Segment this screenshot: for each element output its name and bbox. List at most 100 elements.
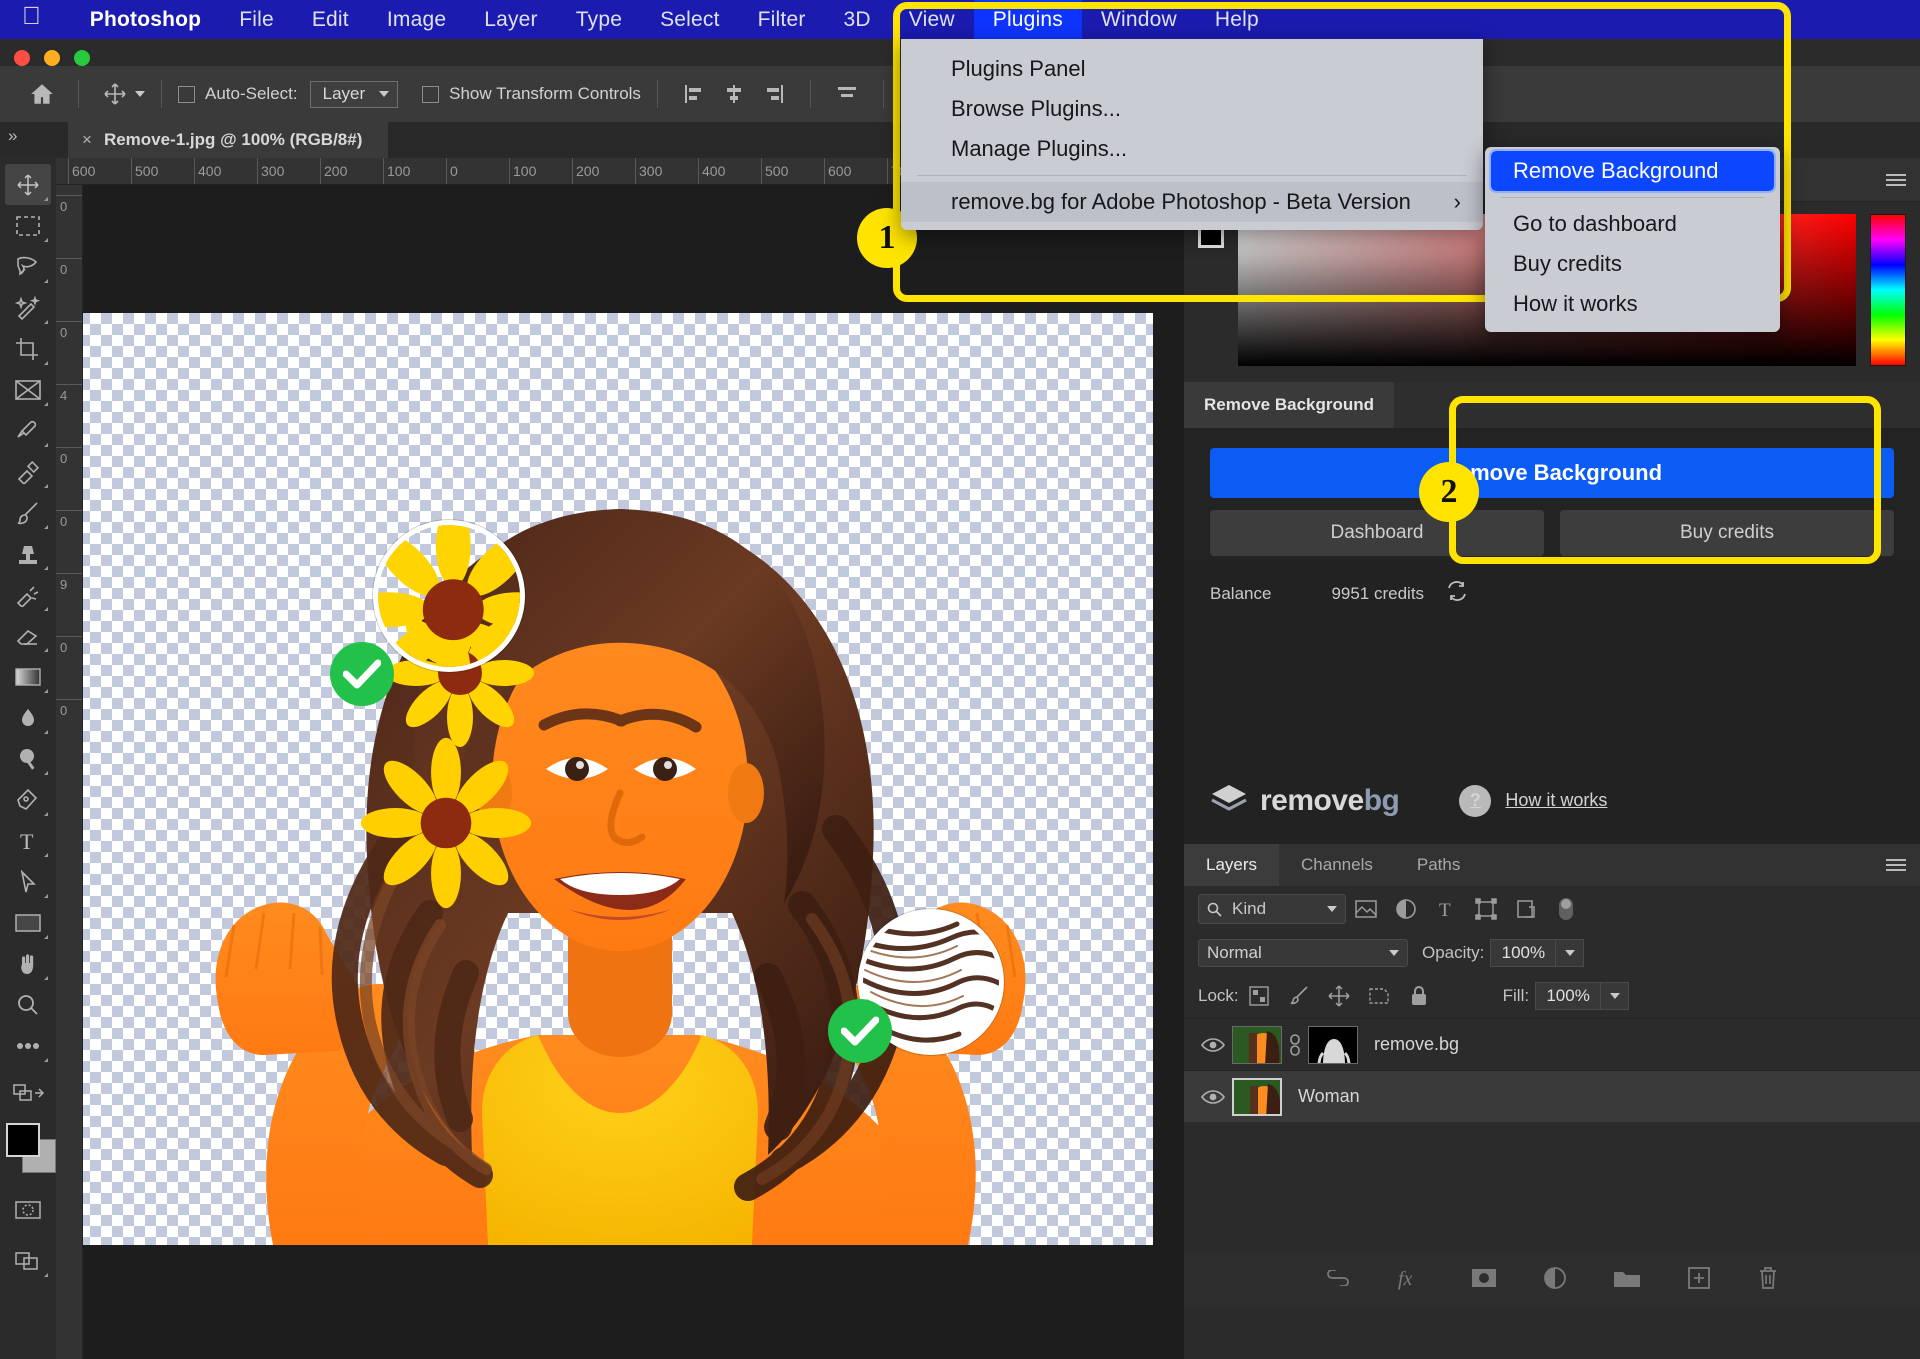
removebg-submenu[interactable]: Remove Background Go to dashboard Buy cr… — [1485, 147, 1780, 332]
apple-icon[interactable]:  — [22, 4, 41, 29]
shape-filter-icon[interactable] — [1466, 894, 1506, 924]
clone-stamp-tool-icon[interactable] — [5, 533, 51, 574]
show-transform-checkbox[interactable] — [422, 85, 440, 103]
foreground-color-swatch[interactable] — [6, 1123, 40, 1157]
auto-select-checkbox[interactable] — [178, 85, 195, 103]
submenu-item-how-it-works[interactable]: How it works — [1485, 284, 1780, 324]
lock-all-icon[interactable] — [1399, 981, 1439, 1011]
menu-item-layer[interactable]: Layer — [465, 8, 557, 32]
tab-channels[interactable]: Channels — [1279, 844, 1395, 886]
hue-slider[interactable] — [1870, 214, 1906, 366]
type-filter-icon[interactable]: T — [1426, 894, 1466, 924]
fx-icon[interactable]: fx — [1397, 1266, 1425, 1295]
menu-item-manage-plugins[interactable]: Manage Plugins... — [901, 129, 1483, 169]
submenu-item-remove-background[interactable]: Remove Background — [1489, 149, 1776, 193]
submenu-item-go-to-dashboard[interactable]: Go to dashboard — [1485, 204, 1780, 244]
layers-panel-menu-icon[interactable] — [1886, 859, 1906, 871]
lock-position-icon[interactable] — [1319, 981, 1359, 1011]
plugins-dropdown-menu[interactable]: Plugins Panel Browse Plugins... Manage P… — [901, 39, 1483, 230]
canvas-area[interactable] — [68, 185, 1184, 1359]
layer-visibility-toggle[interactable] — [1194, 1089, 1232, 1105]
marquee-tool-icon[interactable] — [5, 205, 51, 246]
submenu-item-buy-credits[interactable]: Buy credits — [1485, 244, 1780, 284]
menu-item-type[interactable]: Type — [557, 8, 641, 32]
lock-image-icon[interactable] — [1279, 981, 1319, 1011]
table-row[interactable]: Woman — [1184, 1070, 1920, 1122]
auto-select-scope-dropdown[interactable]: Layer — [309, 80, 399, 108]
path-selection-tool-icon[interactable] — [5, 861, 51, 902]
artboard-transparent-checkerboard[interactable] — [68, 313, 1153, 1245]
remove-background-button[interactable]: Remove Background — [1210, 448, 1894, 498]
quick-mask-icon[interactable] — [5, 1189, 51, 1230]
filter-toggle-icon[interactable] — [1546, 894, 1586, 924]
rectangle-tool-icon[interactable] — [5, 902, 51, 943]
link-icon[interactable] — [1325, 1268, 1351, 1291]
blur-tool-icon[interactable] — [5, 697, 51, 738]
opacity-value[interactable]: 100% — [1490, 939, 1557, 967]
menu-item-select[interactable]: Select — [641, 8, 739, 32]
menu-item-window[interactable]: Window — [1082, 8, 1196, 32]
healing-brush-tool-icon[interactable] — [5, 451, 51, 492]
lasso-tool-icon[interactable] — [5, 246, 51, 287]
close-window-button[interactable] — [14, 50, 30, 66]
document-tab[interactable]: × Remove-1.jpg @ 100% (RGB/8#) — [68, 122, 389, 158]
magic-wand-tool-icon[interactable] — [5, 287, 51, 328]
buy-credits-button[interactable]: Buy credits — [1560, 510, 1894, 556]
menu-item-file[interactable]: File — [220, 8, 293, 32]
color-swatches[interactable] — [4, 1119, 56, 1175]
menu-item-filter[interactable]: Filter — [739, 8, 825, 32]
refresh-icon[interactable] — [1446, 580, 1468, 607]
layer-name[interactable]: Woman — [1298, 1086, 1360, 1107]
fill-stepper-chevron-icon[interactable] — [1601, 982, 1630, 1010]
more-tools-icon[interactable] — [5, 1025, 51, 1066]
collapse-panels-icon[interactable]: » — [8, 126, 17, 146]
menu-item-browse-plugins[interactable]: Browse Plugins... — [901, 89, 1483, 129]
menu-item-photoshop[interactable]: Photoshop — [71, 8, 220, 32]
move-tool-icon[interactable] — [100, 79, 130, 109]
layer-mask-thumbnail[interactable] — [1308, 1025, 1358, 1064]
home-icon[interactable] — [27, 79, 57, 109]
screen-mode-icon[interactable] — [5, 1240, 51, 1281]
layer-thumbnail[interactable] — [1232, 1025, 1282, 1064]
mask-icon[interactable] — [1471, 1268, 1497, 1293]
opacity-stepper-chevron-icon[interactable] — [1556, 939, 1585, 967]
layer-visibility-toggle[interactable] — [1194, 1037, 1232, 1053]
menu-item-edit[interactable]: Edit — [293, 8, 368, 32]
brush-tool-icon[interactable] — [5, 492, 51, 533]
layer-mask-link-icon[interactable] — [1282, 1033, 1308, 1056]
table-row[interactable]: remove.bg — [1184, 1018, 1920, 1070]
history-brush-tool-icon[interactable] — [5, 574, 51, 615]
tab-paths[interactable]: Paths — [1395, 844, 1482, 886]
maximize-window-button[interactable] — [74, 50, 90, 66]
close-document-icon[interactable]: × — [82, 130, 92, 150]
how-it-works-link[interactable]: ? How it works — [1459, 784, 1607, 817]
menu-item-image[interactable]: Image — [368, 8, 465, 32]
adjustment-filter-icon[interactable] — [1386, 894, 1426, 924]
distribute-icon[interactable] — [832, 79, 862, 109]
menu-item-removebg-plugin[interactable]: remove.bg for Adobe Photoshop - Beta Ver… — [901, 181, 1483, 222]
adjustment-icon[interactable] — [1543, 1266, 1567, 1295]
tab-layers[interactable]: Layers — [1184, 844, 1280, 886]
frame-tool-icon[interactable] — [5, 369, 51, 410]
align-right-icon[interactable] — [759, 79, 789, 109]
menu-item-plugins[interactable]: Plugins — [973, 0, 1083, 39]
menu-item-view[interactable]: View — [890, 8, 974, 32]
menu-item-3d[interactable]: 3D — [825, 8, 890, 32]
fill-value[interactable]: 100% — [1535, 982, 1602, 1010]
menu-item-help[interactable]: Help — [1196, 8, 1278, 32]
align-left-icon[interactable] — [679, 79, 709, 109]
eraser-tool-icon[interactable] — [5, 615, 51, 656]
blend-mode-dropdown[interactable]: Normal — [1198, 939, 1408, 967]
menu-item-plugins-panel[interactable]: Plugins Panel — [901, 49, 1483, 89]
layer-name[interactable]: remove.bg — [1374, 1034, 1459, 1055]
tab-remove-background[interactable]: Remove Background — [1184, 382, 1395, 428]
hand-tool-icon[interactable] — [5, 943, 51, 984]
align-center-horizontal-icon[interactable] — [719, 79, 749, 109]
dashboard-button[interactable]: Dashboard — [1210, 510, 1544, 556]
panel-menu-icon[interactable] — [1886, 173, 1906, 186]
type-tool-icon[interactable]: T — [5, 820, 51, 861]
pen-tool-icon[interactable] — [5, 779, 51, 820]
crop-tool-icon[interactable] — [5, 328, 51, 369]
smartobject-filter-icon[interactable] — [1506, 894, 1546, 924]
eyedropper-tool-icon[interactable] — [5, 410, 51, 451]
